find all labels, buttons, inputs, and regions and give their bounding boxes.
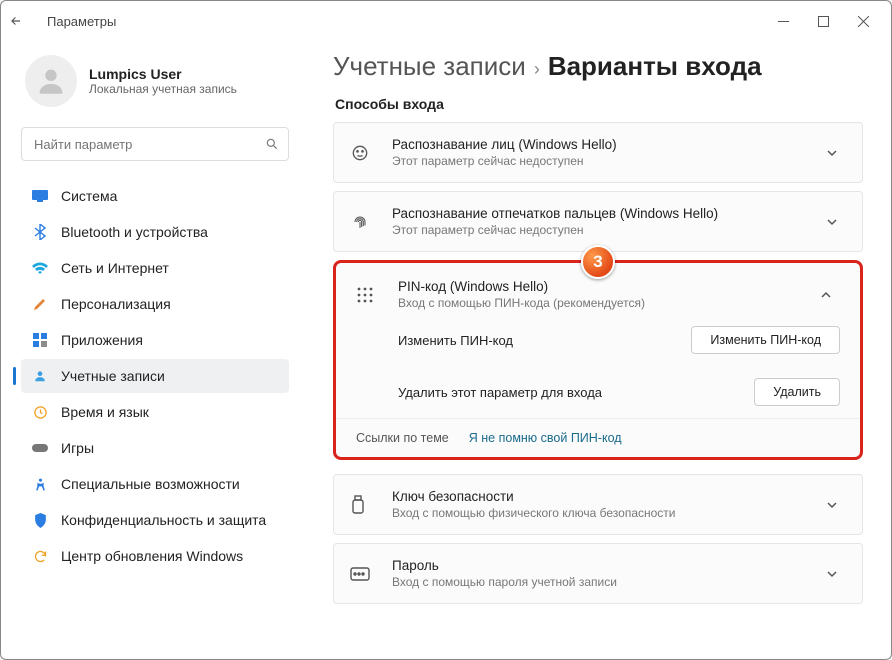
option-sub: Вход с помощью пароля учетной записи <box>392 575 810 589</box>
nav-list: Система Bluetooth и устройства Сеть и Ин… <box>21 179 289 573</box>
option-sub: Этот параметр сейчас недоступен <box>392 223 810 237</box>
user-subtitle: Локальная учетная запись <box>89 82 237 96</box>
search-icon <box>265 137 279 151</box>
chevron-down-icon <box>826 147 846 159</box>
page-title: Варианты входа <box>548 51 762 82</box>
chevron-right-icon: › <box>534 59 540 80</box>
user-name: Lumpics User <box>89 66 237 82</box>
maximize-button[interactable] <box>803 5 843 37</box>
pin-remove-label: Удалить этот параметр для входа <box>398 385 738 400</box>
search-wrap <box>21 127 289 161</box>
sidebar-item-label: Система <box>61 188 117 204</box>
chevron-down-icon <box>826 568 846 580</box>
sidebar-item-accounts[interactable]: Учетные записи <box>21 359 289 393</box>
breadcrumb-parent[interactable]: Учетные записи <box>333 51 526 82</box>
sidebar-item-bluetooth[interactable]: Bluetooth и устройства <box>21 215 289 249</box>
wifi-icon <box>31 259 49 277</box>
minimize-button[interactable] <box>763 5 803 37</box>
gamepad-icon <box>31 439 49 457</box>
pin-change-row: Изменить ПИН-код Изменить ПИН-код <box>336 314 860 366</box>
change-pin-button[interactable]: Изменить ПИН-код <box>691 326 840 354</box>
sidebar-item-label: Учетные записи <box>61 368 165 384</box>
accessibility-icon <box>31 475 49 493</box>
breadcrumb: Учетные записи › Варианты входа <box>333 51 863 82</box>
sidebar-item-personalization[interactable]: Персонализация <box>21 287 289 321</box>
person-icon <box>31 367 49 385</box>
remove-pin-button[interactable]: Удалить <box>754 378 840 406</box>
sidebar-item-label: Время и язык <box>61 404 149 420</box>
sidebar-item-label: Приложения <box>61 332 143 348</box>
option-pin-highlight: 3 PIN-код (Windows Hello) Вход с помощью… <box>333 260 863 460</box>
option-sub: Вход с помощью физического ключа безопас… <box>392 506 810 520</box>
bluetooth-icon <box>31 223 49 241</box>
chevron-up-icon <box>820 289 840 301</box>
option-sub: Этот параметр сейчас недоступен <box>392 154 810 168</box>
sidebar-item-privacy[interactable]: Конфиденциальность и защита <box>21 503 289 537</box>
sidebar-item-time[interactable]: Время и язык <box>21 395 289 429</box>
sidebar-item-accessibility[interactable]: Специальные возможности <box>21 467 289 501</box>
section-heading: Способы входа <box>335 96 863 112</box>
shield-icon <box>31 511 49 529</box>
sidebar-item-label: Игры <box>61 440 94 456</box>
pin-links-row: Ссылки по теме Я не помню свой ПИН-код <box>336 418 860 457</box>
user-block[interactable]: Lumpics User Локальная учетная запись <box>21 49 289 127</box>
forgot-pin-link[interactable]: Я не помню свой ПИН-код <box>469 431 622 445</box>
sidebar-item-label: Конфиденциальность и защита <box>61 512 266 528</box>
face-icon <box>350 143 376 163</box>
usb-key-icon <box>350 495 376 515</box>
clock-icon <box>31 403 49 421</box>
brush-icon <box>31 295 49 313</box>
apps-icon <box>31 331 49 349</box>
option-title: PIN-код (Windows Hello) <box>398 279 804 294</box>
option-title: Ключ безопасности <box>392 489 810 504</box>
sidebar-item-label: Центр обновления Windows <box>61 548 243 564</box>
fingerprint-icon <box>350 212 376 232</box>
sidebar-item-label: Сеть и Интернет <box>61 260 169 276</box>
sidebar-item-system[interactable]: Система <box>21 179 289 213</box>
annotation-badge: 3 <box>581 245 615 279</box>
sidebar: Lumpics User Локальная учетная запись Си… <box>1 41 305 659</box>
links-heading: Ссылки по теме <box>356 431 449 445</box>
sidebar-item-apps[interactable]: Приложения <box>21 323 289 357</box>
pin-remove-row: Удалить этот параметр для входа Удалить <box>336 366 860 418</box>
option-sub: Вход с помощью ПИН-кода (рекомендуется) <box>398 296 804 310</box>
titlebar: Параметры <box>1 1 891 41</box>
search-input[interactable] <box>21 127 289 161</box>
option-fingerprint[interactable]: Распознавание отпечатков пальцев (Window… <box>333 191 863 252</box>
system-icon <box>31 187 49 205</box>
sidebar-item-gaming[interactable]: Игры <box>21 431 289 465</box>
avatar <box>25 55 77 107</box>
sidebar-item-label: Bluetooth и устройства <box>61 224 208 240</box>
option-title: Пароль <box>392 558 810 573</box>
keypad-icon <box>356 286 382 304</box>
sidebar-item-update[interactable]: Центр обновления Windows <box>21 539 289 573</box>
sidebar-item-label: Персонализация <box>61 296 171 312</box>
content: Учетные записи › Варианты входа Способы … <box>305 41 891 659</box>
password-icon <box>350 567 376 581</box>
sidebar-item-network[interactable]: Сеть и Интернет <box>21 251 289 285</box>
chevron-down-icon <box>826 216 846 228</box>
close-button[interactable] <box>843 5 883 37</box>
option-face[interactable]: Распознавание лиц (Windows Hello) Этот п… <box>333 122 863 183</box>
update-icon <box>31 547 49 565</box>
option-title: Распознавание лиц (Windows Hello) <box>392 137 810 152</box>
pin-change-label: Изменить ПИН-код <box>398 333 675 348</box>
sidebar-item-label: Специальные возможности <box>61 476 240 492</box>
window-title: Параметры <box>47 14 116 29</box>
option-password[interactable]: Пароль Вход с помощью пароля учетной зап… <box>333 543 863 604</box>
settings-window: Параметры Lumpics User Локальная учетная… <box>0 0 892 660</box>
option-title: Распознавание отпечатков пальцев (Window… <box>392 206 810 221</box>
option-security-key[interactable]: Ключ безопасности Вход с помощью физичес… <box>333 474 863 535</box>
back-button[interactable] <box>9 14 37 28</box>
chevron-down-icon <box>826 499 846 511</box>
